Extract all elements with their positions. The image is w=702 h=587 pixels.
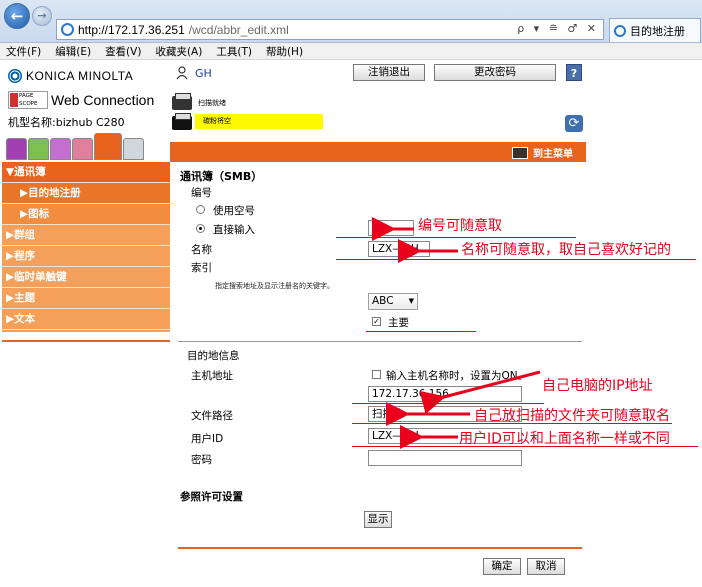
ip-arrow xyxy=(419,370,541,415)
annotation-path: 自己放扫描的文件夹可随意取名 xyxy=(474,408,670,424)
annotation-number: 编号可随意取 xyxy=(418,218,502,234)
annotation-userid: 用户ID可以和上面名称一样或不同 xyxy=(459,431,670,447)
annotation-underline-5 xyxy=(352,423,672,424)
annotation-arrows xyxy=(372,217,541,449)
annotation-name: 名称可随意取，取自己喜欢好记的 xyxy=(461,242,671,258)
annotation-underline-6 xyxy=(352,446,698,447)
annotation-underline-2 xyxy=(336,259,696,260)
annotation-underline-4 xyxy=(352,403,544,404)
annotation-underline-1 xyxy=(336,237,576,238)
annotation-underline-3 xyxy=(366,331,476,332)
annotation-ip: 自己电脑的IP地址 xyxy=(542,378,653,394)
